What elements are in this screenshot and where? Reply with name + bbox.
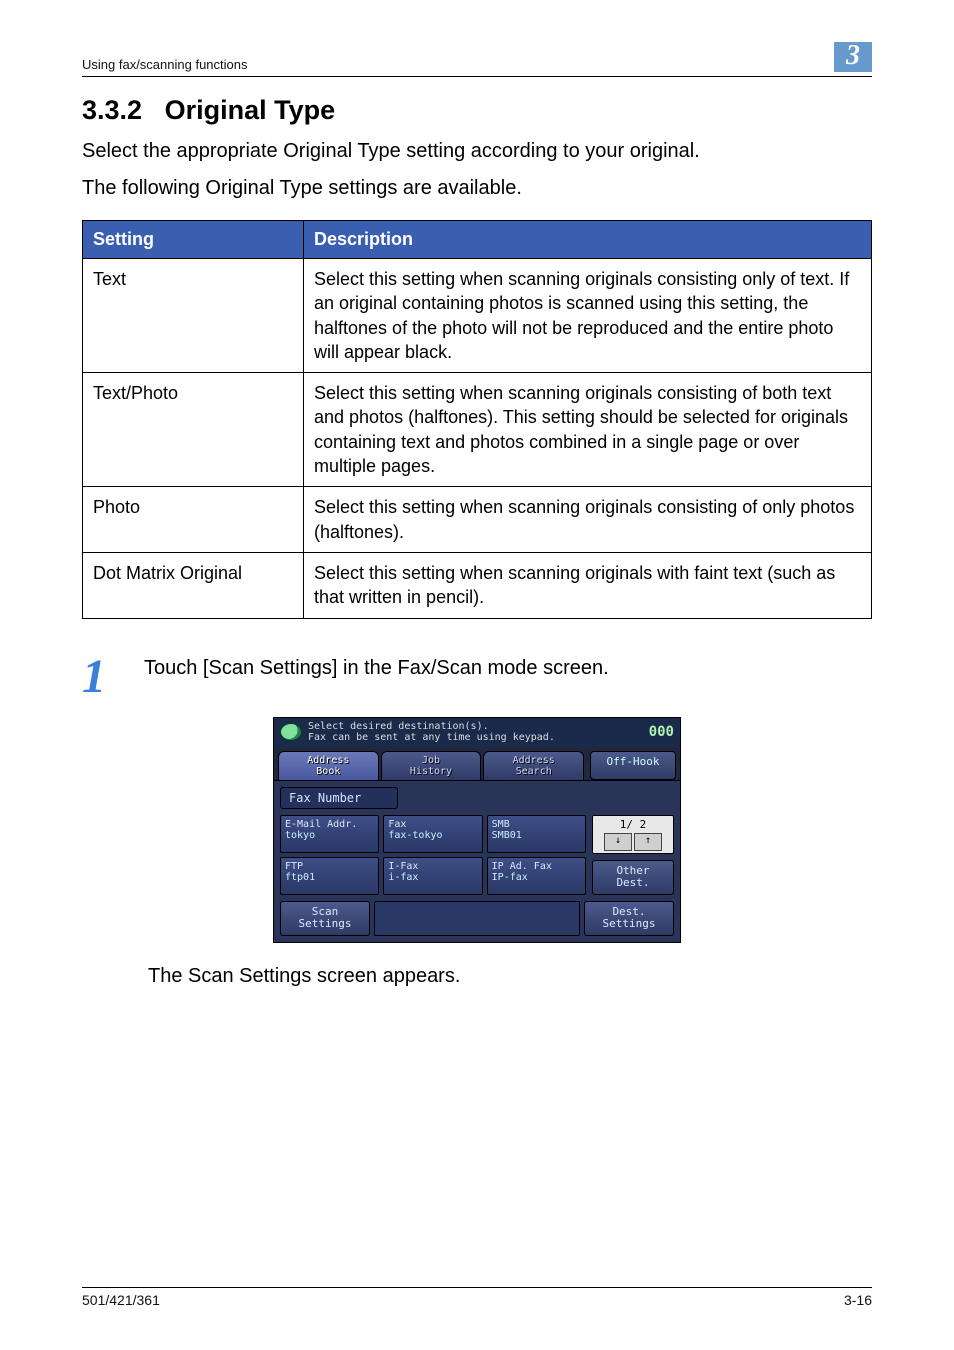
table-row: Dot Matrix Original Select this setting … — [83, 552, 872, 618]
dest-smb[interactable]: SMB SMB01 — [487, 815, 586, 853]
dest-name: fax-tokyo — [388, 830, 477, 842]
cell-description: Select this setting when scanning origin… — [304, 487, 872, 553]
intro-paragraph-2: The following Original Type settings are… — [82, 175, 872, 202]
scan-settings-button[interactable]: ScanSettings — [280, 901, 370, 936]
tab-job-history[interactable]: JobHistory — [381, 751, 482, 780]
device-body: Fax Number E-Mail Addr. tokyo Fax fax-to… — [273, 780, 681, 944]
bottom-spacer — [374, 901, 580, 936]
running-title: Using fax/scanning functions — [82, 57, 247, 72]
dest-name: IP-fax — [492, 872, 581, 884]
cell-setting: Photo — [83, 487, 304, 553]
section-number: 3.3.2 — [82, 95, 142, 125]
table-row: Photo Select this setting when scanning … — [83, 487, 872, 553]
page-footer: 501/421/361 3-16 — [82, 1287, 872, 1308]
step-result-text: The Scan Settings screen appears. — [148, 965, 872, 988]
dest-type: E-Mail Addr. — [285, 819, 374, 831]
device-titlebar: Select desired destination(s). Fax can b… — [273, 717, 681, 747]
dest-type: SMB — [492, 819, 581, 831]
dest-settings-button[interactable]: Dest.Settings — [584, 901, 674, 936]
cell-description: Select this setting when scanning origin… — [304, 259, 872, 373]
pager-label: 1/ 2 — [595, 818, 671, 831]
section-heading: 3.3.2 Original Type — [82, 95, 872, 126]
table-row: Text Select this setting when scanning o… — [83, 259, 872, 373]
dest-type: Fax — [388, 819, 477, 831]
dest-ifax[interactable]: I-Fax i-fax — [383, 857, 482, 895]
running-header: Using fax/scanning functions 3 — [82, 42, 872, 72]
dest-ftp[interactable]: FTP ftp01 — [280, 857, 379, 895]
off-hook-button[interactable]: Off-Hook — [590, 751, 676, 780]
device-screen: Select desired destination(s). Fax can b… — [273, 717, 681, 944]
dest-name: tokyo — [285, 830, 374, 842]
fax-number-field[interactable]: Fax Number — [280, 787, 398, 809]
dest-type: FTP — [285, 861, 374, 873]
pager: 1/ 2 ↓ ↑ — [592, 815, 674, 854]
dest-name: SMB01 — [492, 830, 581, 842]
cell-setting: Text — [83, 259, 304, 373]
destination-grid: E-Mail Addr. tokyo Fax fax-tokyo SMB SMB… — [280, 815, 586, 895]
tab-address-search[interactable]: AddressSearch — [483, 751, 584, 780]
section-title-text: Original Type — [165, 95, 336, 125]
header-rule — [82, 76, 872, 77]
dest-type: IP Ad. Fax — [492, 861, 581, 873]
cell-setting: Text/Photo — [83, 373, 304, 487]
page-up-button[interactable]: ↑ — [634, 833, 662, 851]
chapter-badge: 3 — [834, 42, 872, 72]
step-text: Touch [Scan Settings] in the Fax/Scan mo… — [144, 653, 609, 680]
page-down-button[interactable]: ↓ — [604, 833, 632, 851]
dest-fax[interactable]: Fax fax-tokyo — [383, 815, 482, 853]
col-header-setting: Setting — [83, 221, 304, 259]
dest-name: i-fax — [388, 872, 477, 884]
footer-right: 3-16 — [844, 1292, 872, 1308]
dest-email[interactable]: E-Mail Addr. tokyo — [280, 815, 379, 853]
tab-address-book[interactable]: AddressBook — [278, 751, 379, 780]
dest-name: ftp01 — [285, 872, 374, 884]
device-tabbar: AddressBook JobHistory AddressSearch Off… — [273, 747, 681, 780]
cell-description: Select this setting when scanning origin… — [304, 373, 872, 487]
device-counter: 000 — [649, 724, 674, 740]
dest-ipfax[interactable]: IP Ad. Fax IP-fax — [487, 857, 586, 895]
step-1: 1 Touch [Scan Settings] in the Fax/Scan … — [82, 653, 872, 701]
device-logo-icon — [280, 723, 302, 741]
table-row: Text/Photo Select this setting when scan… — [83, 373, 872, 487]
other-dest-button[interactable]: OtherDest. — [592, 860, 674, 895]
device-title-text: Select desired destination(s). Fax can b… — [308, 721, 643, 744]
col-header-description: Description — [304, 221, 872, 259]
device-title-line2: Fax can be sent at any time using keypad… — [308, 732, 643, 744]
cell-setting: Dot Matrix Original — [83, 552, 304, 618]
footer-left: 501/421/361 — [82, 1292, 160, 1308]
intro-paragraph-1: Select the appropriate Original Type set… — [82, 138, 872, 165]
dest-type: I-Fax — [388, 861, 477, 873]
device-title-line1: Select desired destination(s). — [308, 721, 643, 733]
cell-description: Select this setting when scanning origin… — [304, 552, 872, 618]
settings-table: Setting Description Text Select this set… — [82, 220, 872, 619]
step-number: 1 — [82, 653, 144, 701]
